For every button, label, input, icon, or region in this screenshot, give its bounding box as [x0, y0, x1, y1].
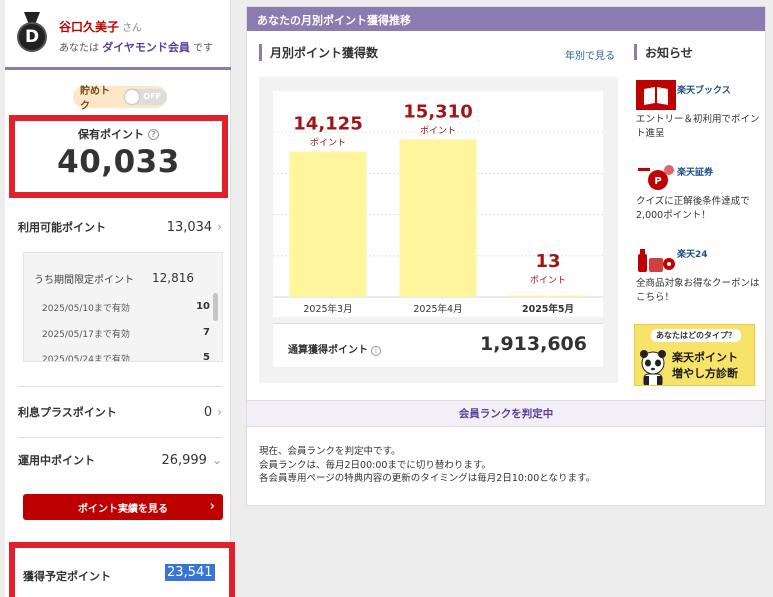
bar-value-label: 13 [535, 251, 560, 272]
chart-bar [399, 139, 477, 297]
banner-question: あなたはどのタイプ？ [651, 329, 741, 342]
news-item-books[interactable]: 楽天ブックス エントリー＆初利用でポイント進呈 [634, 80, 760, 160]
chart-area: 14,125 ポイント 2025年3月 15,310 ポイント 2025年4月 13 ポイント… [259, 77, 618, 383]
tameto-toggle[interactable]: 貯めトク OFF [73, 86, 167, 112]
expected-points-label: 獲得予定ポイント [23, 570, 111, 583]
limited-points-header: うち期間限定ポイント 12,816 [34, 271, 194, 286]
user-name: 谷口久美子 さん [59, 20, 143, 34]
total-points-value: 1,913,606 [480, 333, 587, 355]
left-panel: D 谷口久美子 さん あなたは ダイヤモンド会員 です 貯めトク OFF 保有ポイ… [5, 0, 235, 597]
yearly-view-link[interactable]: 年別で見る [565, 47, 615, 62]
rank-description: 現在、会員ランクを判定中です。 会員ランクは、毎月2日00:00までに切り替わり… [259, 446, 595, 484]
household-goods-icon [638, 249, 675, 272]
owned-points-label: 保有ポイント? [15, 126, 222, 142]
list-item: 2025/05/10まで有効 10 [42, 301, 210, 314]
limited-points-box: うち期間限定ポイント 12,816 2025/05/10まで有効 10 2025/… [23, 252, 223, 362]
bar-unit-label: ポイント [420, 125, 456, 136]
x-tick-label: 2025年4月 [413, 303, 462, 315]
chevron-right-icon: › [217, 219, 222, 234]
chart-bar [509, 295, 587, 297]
available-points-row[interactable]: 利用可能ポイント 13,034 › [18, 219, 222, 235]
book-icon [636, 80, 676, 110]
investing-points-row[interactable]: 運用中ポイント 26,999 ⌄ [18, 452, 222, 468]
investing-points-value: 26,999 [161, 452, 207, 468]
chevron-right-icon: › [217, 404, 222, 419]
news-item-rakuten24[interactable]: 楽天24 全商品対象お得なクーポンはこちら！ [634, 244, 760, 324]
chart-title: 月別ポイント獲得数 [259, 44, 378, 61]
info-icon[interactable]: i [371, 346, 381, 356]
interest-plus-value: 0 [203, 404, 213, 420]
panda-icon [640, 350, 666, 385]
banner-line2: 増やし方診断 [672, 367, 738, 380]
limited-points-value: 12,816 [152, 271, 194, 285]
bar-unit-label: ポイント [530, 275, 566, 286]
banner-line1: 楽天ポイント [672, 351, 738, 364]
point-diagnosis-banner[interactable]: あなたはどのタイプ？ 楽天ポイント 増やし方診断 [634, 324, 755, 386]
chart-bar [289, 151, 367, 297]
bar-value-label: 15,310 [403, 101, 472, 122]
rank-link[interactable]: ダイヤモンド会員 [102, 41, 190, 54]
coins-icon: P [638, 165, 674, 190]
toggle-state: OFF [143, 92, 161, 101]
toggle-switch[interactable]: OFF [123, 89, 167, 105]
list-item: 2025/05/17まで有効 7 [42, 327, 210, 340]
interest-plus-row[interactable]: 利息プラスポイント 0 › [18, 404, 222, 420]
bar-unit-label: ポイント [310, 138, 346, 149]
expected-points-box: 獲得予定ポイント 23,541 [9, 542, 235, 597]
total-points-label: 通算獲得ポイント i [288, 341, 381, 356]
chevron-down-icon: ⌄ [211, 452, 222, 467]
news-title: お知らせ [634, 44, 758, 60]
user-rank: あなたは ダイヤモンド会員 です [59, 41, 214, 54]
view-history-button[interactable]: ポイント実績を見る › [23, 494, 223, 520]
monthly-points-card: あなたの月別ポイント獲得推移 月別ポイント獲得数 年別で見る 14,125 ポイン… [246, 6, 766, 506]
svg-text:P: P [654, 176, 661, 187]
bar-value-label: 14,125 [293, 114, 362, 135]
expected-points-value: 23,541 [165, 564, 215, 581]
diamond-medal-icon: D [17, 12, 47, 54]
card-header: あなたの月別ポイント獲得推移 [247, 7, 765, 31]
x-tick-label: 2025年3月 [303, 303, 352, 315]
profile-header: D 谷口久美子 さん あなたは ダイヤモンド会員 です [5, 0, 231, 70]
news-item-securities[interactable]: P 楽天証券 クイズに正解後条件達成で2,000ポイント！ [634, 162, 758, 242]
news-section: お知らせ 楽天ブックス エントリー＆初利用でポイント進呈 P 楽天証券 クイズに… [634, 44, 760, 303]
total-points-row: 通算獲得ポイント i 1,913,606 [273, 323, 603, 367]
chevron-right-icon: › [209, 499, 215, 514]
toggle-knob [124, 90, 139, 104]
owned-points-value: 40,033 [57, 144, 180, 180]
rank-status-bar: 会員ランクを判定中 [247, 400, 765, 427]
owned-points-box: 保有ポイント? 40,033 [9, 115, 228, 198]
available-points-value: 13,034 [166, 219, 213, 235]
x-tick-label: 2025年5月 [522, 303, 574, 315]
list-item: 2025/05/24まで有効 5 [42, 352, 210, 362]
tameto-label: 貯めトク [80, 86, 110, 112]
help-icon[interactable]: ? [148, 129, 159, 140]
scrollbar[interactable] [213, 293, 218, 321]
monthly-bar-chart: 14,125 ポイント 2025年3月 15,310 ポイント 2025年4月 13 ポイント… [273, 91, 603, 317]
